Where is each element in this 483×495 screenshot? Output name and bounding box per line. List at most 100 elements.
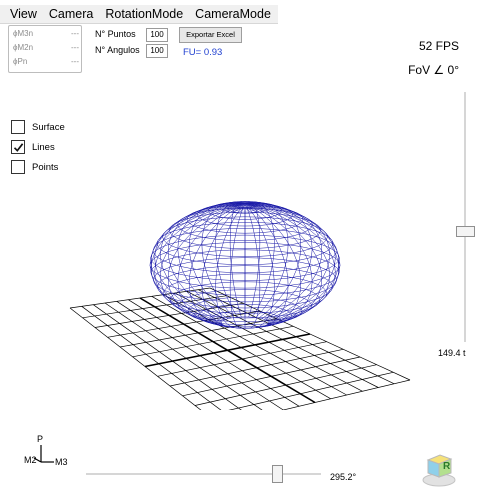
lines-label: Lines — [32, 141, 55, 153]
mesh-line — [170, 263, 181, 268]
mesh-line — [154, 250, 156, 259]
mesh-line — [262, 297, 271, 299]
mesh-line — [311, 291, 317, 295]
mesh-line — [285, 300, 292, 304]
menu-rotation-mode[interactable]: RotationMode — [99, 5, 189, 23]
mesh-line — [228, 317, 232, 319]
menu-bar: View Camera RotationMode CameraMode — [0, 5, 278, 24]
result-value: --- — [71, 57, 79, 66]
view-cube-icon[interactable]: R — [418, 446, 460, 488]
mesh-line — [256, 212, 259, 218]
points-option[interactable]: Points — [11, 160, 58, 174]
mesh-line — [316, 252, 324, 257]
mesh-line — [335, 268, 339, 277]
mesh-line — [316, 287, 324, 295]
mesh-line — [334, 250, 336, 259]
zoom-slider-track[interactable] — [464, 92, 466, 342]
mesh-line — [202, 235, 216, 238]
export-excel-button[interactable]: Exportar Excel — [179, 27, 242, 43]
mesh-line — [230, 222, 232, 229]
menu-camera[interactable]: Camera — [43, 5, 99, 23]
mesh-line — [305, 240, 312, 249]
mesh-line — [223, 232, 228, 241]
mesh-line — [266, 223, 274, 226]
mesh-line — [258, 306, 273, 308]
mesh-line — [178, 273, 190, 277]
mesh-line — [184, 225, 194, 233]
mesh-line — [234, 289, 237, 298]
mesh-line — [234, 232, 237, 241]
puntos-input[interactable]: 100 — [146, 28, 168, 42]
surface-option[interactable]: Surface — [11, 120, 65, 134]
surface-checkbox[interactable] — [11, 120, 25, 134]
mesh-line — [170, 266, 175, 275]
menu-camera-mode[interactable]: CameraMode — [189, 5, 277, 23]
mesh-line — [298, 295, 310, 298]
mesh-line — [286, 310, 290, 313]
mesh-line — [208, 211, 211, 214]
mesh-line — [292, 269, 297, 278]
mesh-line — [209, 316, 212, 319]
points-checkbox[interactable] — [11, 160, 25, 174]
mesh-line — [300, 246, 302, 255]
mesh-line — [239, 213, 242, 220]
mesh-line — [183, 269, 194, 273]
mesh-line — [286, 230, 289, 238]
angulos-input[interactable]: 100 — [146, 44, 168, 58]
mesh-line — [179, 264, 184, 272]
rotation-slider-thumb[interactable] — [272, 465, 283, 483]
mesh-line — [295, 304, 300, 307]
mesh-line — [191, 235, 198, 244]
rotation-slider-track[interactable] — [86, 473, 321, 475]
mesh-line — [252, 212, 257, 220]
mesh-line — [273, 294, 275, 301]
mesh-line — [327, 272, 333, 281]
mesh-line — [261, 311, 266, 313]
puntos-label: N° Puntos — [95, 29, 136, 39]
interaction-surface-viewport[interactable] — [60, 130, 420, 410]
mesh-line — [231, 273, 234, 283]
mesh-line — [216, 313, 220, 315]
mesh-line — [322, 280, 329, 288]
mesh-line — [328, 268, 330, 276]
zoom-slider-thumb[interactable] — [456, 226, 475, 237]
mesh-line — [217, 263, 232, 265]
mesh-line — [180, 261, 192, 265]
mesh-line — [227, 211, 231, 213]
mesh-line — [201, 243, 216, 245]
mesh-line — [316, 235, 324, 244]
mesh-line — [259, 249, 275, 252]
mesh-line — [328, 247, 330, 255]
mesh-line — [259, 235, 275, 237]
mesh-line — [270, 254, 283, 256]
menu-view[interactable]: View — [0, 5, 43, 23]
mesh-line — [215, 250, 217, 259]
mesh-line — [275, 238, 280, 247]
mesh-line — [322, 269, 327, 278]
mesh-line — [271, 231, 276, 240]
lines-checkbox[interactable] — [11, 140, 25, 154]
mesh-line — [303, 250, 308, 259]
mesh-line — [284, 224, 297, 227]
mesh-line — [259, 242, 275, 244]
mesh-line — [212, 214, 216, 216]
fu-value: FU= 0.93 — [183, 47, 223, 58]
mesh-line — [257, 265, 259, 275]
mesh-line — [178, 281, 185, 290]
mesh-line — [253, 232, 256, 241]
mesh-line — [167, 271, 169, 279]
points-label: Points — [32, 161, 59, 173]
mesh-line — [298, 261, 310, 265]
mesh-line — [279, 211, 282, 214]
mesh-line — [216, 223, 224, 226]
lines-option[interactable]: Lines — [11, 140, 55, 154]
mesh-line — [259, 293, 275, 296]
mesh-line — [283, 285, 290, 293]
mesh-line — [309, 263, 320, 268]
mesh-line — [161, 280, 168, 288]
mesh-line — [224, 320, 235, 322]
mesh-line — [215, 242, 231, 244]
mesh-line — [188, 246, 190, 255]
mesh-line — [191, 285, 202, 288]
mesh-line — [262, 210, 266, 212]
